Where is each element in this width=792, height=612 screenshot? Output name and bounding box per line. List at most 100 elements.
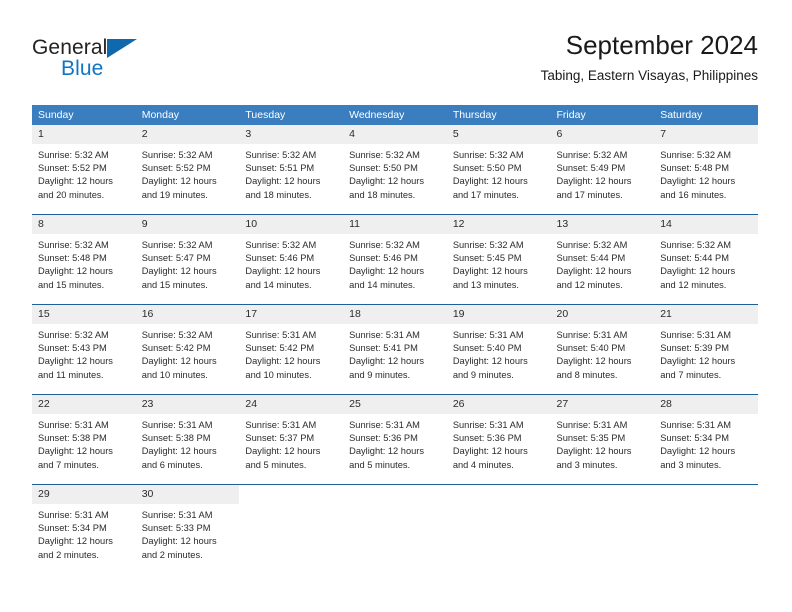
day-number[interactable]: 11 xyxy=(343,215,447,234)
week-date-number-row: 1234567 xyxy=(32,125,758,144)
day-cell[interactable]: Sunrise: 5:32 AM Sunset: 5:52 PM Daylight:… xyxy=(136,144,240,214)
day-daylight-1-text: Daylight: 12 hours xyxy=(141,176,217,187)
day-number[interactable]: 30 xyxy=(136,485,240,504)
day-daylight-1-text: Daylight: 12 hours xyxy=(38,446,113,457)
day-sunset-text: Sunset: 5:52 PM xyxy=(38,163,107,174)
day-daylight-2-text: and 5 minutes. xyxy=(245,459,307,470)
day-number[interactable]: 2 xyxy=(136,125,240,144)
day-number[interactable]: 28 xyxy=(654,395,758,414)
day-number-empty xyxy=(343,485,447,504)
day-cell[interactable]: Sunrise: 5:31 AM Sunset: 5:37 PM Daylight:… xyxy=(239,414,343,484)
day-sunrise-text: Sunrise: 5:31 AM xyxy=(38,510,109,520)
calendar-week-row: 15 16 17 18 19 20 21 Sunrise: 5:32 AM Sunset: 5:… xyxy=(32,304,758,394)
day-number[interactable]: 20 xyxy=(551,305,655,324)
day-sunset-text: Sunset: 5:36 PM xyxy=(349,433,418,444)
day-cell[interactable]: Sunrise: 5:31 AM Sunset: 5:38 PM Daylight:… xyxy=(136,414,240,484)
day-cell[interactable]: Sunrise: 5:31 AM Sunset: 5:35 PM Daylight:… xyxy=(551,414,655,484)
day-number[interactable]: 9 xyxy=(136,215,240,234)
day-number[interactable]: 27 xyxy=(551,395,655,414)
day-cell[interactable]: Sunrise: 5:32 AM Sunset: 5:44 PM Daylight:… xyxy=(654,234,758,304)
generalblue-logo[interactable]: General Blue xyxy=(32,36,212,92)
day-cell[interactable]: Sunrise: 5:32 AM Sunset: 5:42 PM Daylight:… xyxy=(136,324,240,394)
day-cell[interactable]: Sunrise: 5:31 AM Sunset: 5:38 PM Daylight:… xyxy=(32,414,136,484)
day-cell[interactable]: Sunrise: 5:31 AM Sunset: 5:42 PM Daylight:… xyxy=(239,324,343,394)
day-sunset-text: Sunset: 5:46 PM xyxy=(349,253,418,264)
day-daylight-2-text: and 19 minutes. xyxy=(141,189,208,200)
day-cell[interactable]: Sunrise: 5:32 AM Sunset: 5:51 PM Daylight:… xyxy=(239,144,343,214)
day-number[interactable]: 10 xyxy=(239,215,343,234)
day-cell[interactable]: Sunrise: 5:31 AM Sunset: 5:40 PM Daylight:… xyxy=(447,324,551,394)
day-daylight-2-text: and 3 minutes. xyxy=(556,459,618,470)
day-number[interactable]: 21 xyxy=(654,305,758,324)
day-cell[interactable]: Sunrise: 5:32 AM Sunset: 5:45 PM Daylight:… xyxy=(447,234,551,304)
day-cell[interactable]: Sunrise: 5:32 AM Sunset: 5:46 PM Daylight:… xyxy=(239,234,343,304)
day-cell[interactable]: Sunrise: 5:31 AM Sunset: 5:34 PM Daylight:… xyxy=(654,414,758,484)
day-number[interactable]: 25 xyxy=(343,395,447,414)
day-daylight-1-text: Daylight: 12 hours xyxy=(452,356,528,367)
day-daylight-1-text: Daylight: 12 hours xyxy=(38,266,113,277)
day-number[interactable]: 23 xyxy=(136,395,240,414)
day-header-sunday: Sunday xyxy=(38,109,74,121)
day-daylight-2-text: and 15 minutes. xyxy=(141,279,208,290)
day-cell[interactable]: Sunrise: 5:32 AM Sunset: 5:50 PM Daylight:… xyxy=(447,144,551,214)
day-number[interactable]: 13 xyxy=(551,215,655,234)
day-cell[interactable]: Sunrise: 5:31 AM Sunset: 5:36 PM Daylight:… xyxy=(447,414,551,484)
day-cell[interactable]: Sunrise: 5:31 AM Sunset: 5:36 PM Daylight:… xyxy=(343,414,447,484)
day-cell[interactable]: Sunrise: 5:32 AM Sunset: 5:44 PM Daylight:… xyxy=(551,234,655,304)
day-daylight-1-text: Daylight: 12 hours xyxy=(349,176,425,187)
day-number[interactable]: 7 xyxy=(654,125,758,144)
day-number[interactable]: 5 xyxy=(447,125,551,144)
day-number[interactable]: 3 xyxy=(239,125,343,144)
day-cell[interactable]: Sunrise: 5:32 AM Sunset: 5:48 PM Daylight:… xyxy=(32,234,136,304)
day-number[interactable]: 14 xyxy=(654,215,758,234)
day-daylight-1-text: Daylight: 12 hours xyxy=(245,176,321,187)
day-number[interactable]: 17 xyxy=(239,305,343,324)
day-number[interactable]: 8 xyxy=(32,215,136,234)
day-cell[interactable]: Sunrise: 5:32 AM Sunset: 5:52 PM Daylight:… xyxy=(32,144,136,214)
day-number[interactable]: 1 xyxy=(32,125,136,144)
day-number[interactable]: 19 xyxy=(447,305,551,324)
day-cell[interactable]: Sunrise: 5:31 AM Sunset: 5:33 PM Daylight:… xyxy=(136,504,240,574)
day-number[interactable]: 12 xyxy=(447,215,551,234)
day-sunrise-text: Sunrise: 5:31 AM xyxy=(141,510,213,520)
day-number[interactable]: 26 xyxy=(447,395,551,414)
day-cell[interactable]: Sunrise: 5:31 AM Sunset: 5:40 PM Daylight:… xyxy=(551,324,655,394)
day-daylight-2-text: and 20 minutes. xyxy=(38,189,105,200)
day-daylight-1-text: Daylight: 12 hours xyxy=(556,446,632,457)
day-daylight-1-text: Daylight: 12 hours xyxy=(38,536,113,547)
day-number[interactable]: 22 xyxy=(32,395,136,414)
day-cell-empty xyxy=(239,504,344,574)
day-cell[interactable]: Sunrise: 5:32 AM Sunset: 5:43 PM Daylight:… xyxy=(32,324,136,394)
day-daylight-1-text: Daylight: 12 hours xyxy=(556,266,632,277)
day-cell-empty xyxy=(550,504,655,574)
day-cell[interactable]: Sunrise: 5:32 AM Sunset: 5:47 PM Daylight:… xyxy=(136,234,240,304)
day-daylight-1-text: Daylight: 12 hours xyxy=(38,176,113,187)
day-sunrise-text: Sunrise: 5:31 AM xyxy=(660,420,732,430)
day-number[interactable]: 6 xyxy=(551,125,655,144)
day-daylight-2-text: and 4 minutes. xyxy=(452,459,514,470)
day-daylight-1-text: Daylight: 12 hours xyxy=(660,446,736,457)
day-sunset-text: Sunset: 5:36 PM xyxy=(452,433,522,444)
day-number[interactable]: 4 xyxy=(343,125,447,144)
day-number[interactable]: 16 xyxy=(136,305,240,324)
day-cell[interactable]: Sunrise: 5:31 AM Sunset: 5:39 PM Daylight:… xyxy=(654,324,758,394)
day-sunset-text: Sunset: 5:42 PM xyxy=(245,343,315,354)
day-number[interactable]: 18 xyxy=(343,305,447,324)
day-number[interactable]: 29 xyxy=(32,485,136,504)
day-number[interactable]: 24 xyxy=(239,395,343,414)
day-daylight-1-text: Daylight: 12 hours xyxy=(556,356,632,367)
day-cell[interactable]: Sunrise: 5:32 AM Sunset: 5:48 PM Daylight:… xyxy=(654,144,758,214)
day-number[interactable]: 15 xyxy=(32,305,136,324)
day-cell[interactable]: Sunrise: 5:31 AM Sunset: 5:34 PM Daylight:… xyxy=(32,504,136,574)
day-sunset-text: Sunset: 5:45 PM xyxy=(452,253,522,264)
day-daylight-2-text: and 5 minutes. xyxy=(349,459,411,470)
day-daylight-1-text: Daylight: 12 hours xyxy=(556,176,632,187)
day-daylight-1-text: Daylight: 12 hours xyxy=(245,356,321,367)
day-sunset-text: Sunset: 5:44 PM xyxy=(556,253,626,264)
day-cell[interactable]: Sunrise: 5:31 AM Sunset: 5:41 PM Daylight:… xyxy=(343,324,447,394)
day-cell[interactable]: Sunrise: 5:32 AM Sunset: 5:49 PM Daylight:… xyxy=(551,144,655,214)
day-daylight-2-text: and 10 minutes. xyxy=(141,369,208,380)
day-cell[interactable]: Sunrise: 5:32 AM Sunset: 5:46 PM Daylight:… xyxy=(343,234,447,304)
triangle-icon xyxy=(107,39,137,58)
day-cell[interactable]: Sunrise: 5:32 AM Sunset: 5:50 PM Daylight:… xyxy=(343,144,447,214)
